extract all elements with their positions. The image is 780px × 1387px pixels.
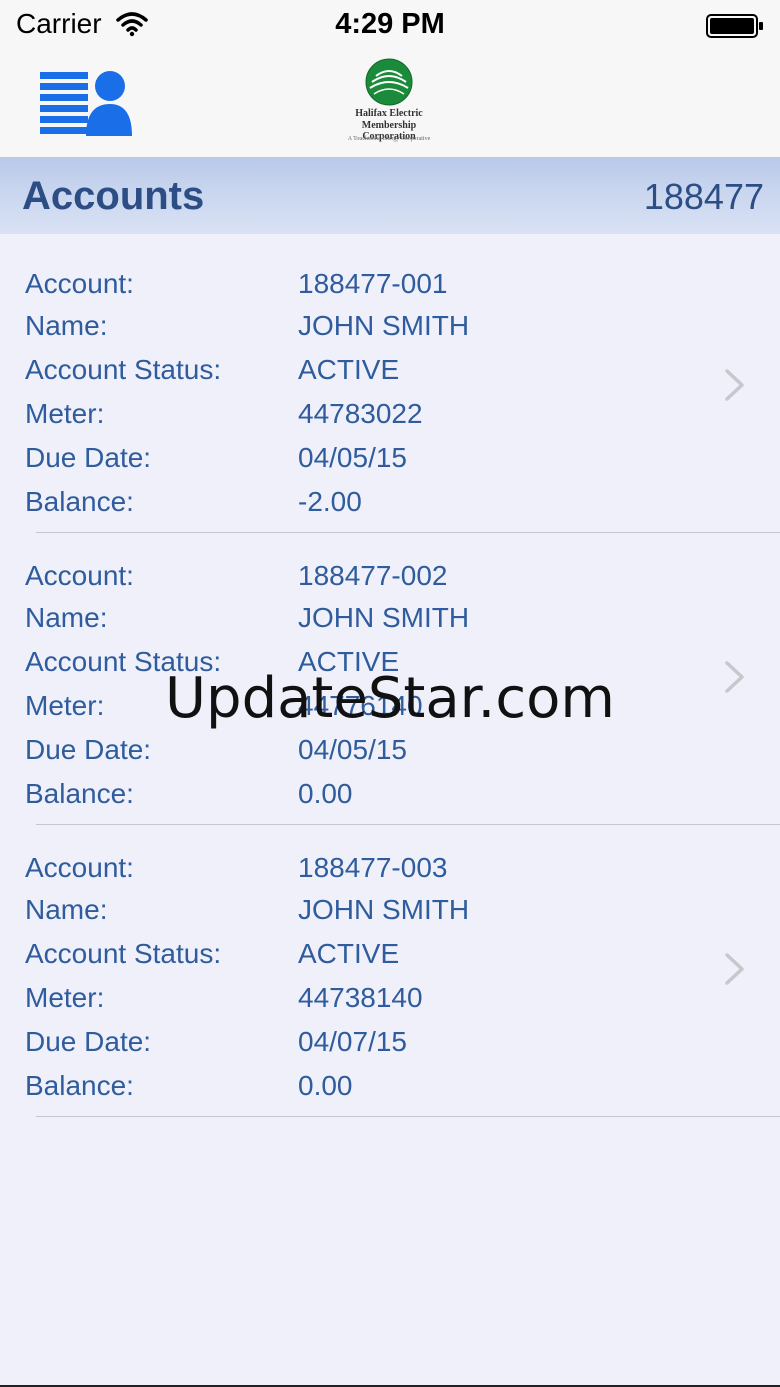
account-label: Account: xyxy=(25,268,134,299)
meter-row: Meter: 44783022 xyxy=(0,398,700,438)
name-row: Name: JOHN SMITH xyxy=(0,894,700,934)
status-label: Account Status: xyxy=(25,354,222,385)
company-logo: Halifax Electric Membership Corporation … xyxy=(334,58,444,152)
balance-label: Balance: xyxy=(25,778,134,809)
name-value: JOHN SMITH xyxy=(298,894,470,925)
chevron-right-icon xyxy=(725,953,744,985)
account-label: Account: xyxy=(25,560,134,591)
accounts-menu-icon[interactable] xyxy=(40,70,132,136)
balance-row: Balance: 0.00 xyxy=(0,778,700,818)
status-row: Account Status: ACTIVE xyxy=(0,938,700,978)
status-row: Account Status: ACTIVE xyxy=(0,354,700,394)
balance-row: Balance: -2.00 xyxy=(0,486,700,526)
member-number: 188477 xyxy=(643,176,764,217)
account-value: 188477-001 xyxy=(298,268,448,299)
balance-value: 0.00 xyxy=(298,1070,353,1101)
status-bar: Carrier 4:29 PM xyxy=(0,0,780,52)
divider xyxy=(36,1116,780,1117)
balance-value: 0.00 xyxy=(298,778,353,809)
due-date-value: 04/07/15 xyxy=(298,1026,407,1057)
account-row: Account: 188477-003 xyxy=(0,852,700,892)
account-value: 188477-003 xyxy=(298,852,448,883)
name-label: Name: xyxy=(25,602,108,633)
due-date-value: 04/05/15 xyxy=(298,734,407,765)
name-label: Name: xyxy=(25,310,108,341)
account-label: Account: xyxy=(25,852,134,883)
app-header: Halifax Electric Membership Corporation … xyxy=(0,52,780,158)
chevron-right-icon xyxy=(725,661,744,693)
meter-row: Meter: 44776140 xyxy=(0,690,700,730)
battery-icon xyxy=(706,14,763,38)
meter-value: 44783022 xyxy=(298,398,423,429)
globe-icon xyxy=(365,58,413,106)
meter-label: Meter: xyxy=(25,690,105,721)
balance-row: Balance: 0.00 xyxy=(0,1070,700,1110)
due-date-label: Due Date: xyxy=(25,442,152,473)
status-row: Account Status: ACTIVE xyxy=(0,646,700,686)
balance-label: Balance: xyxy=(25,486,134,517)
account-row: Account: 188477-001 xyxy=(0,268,700,308)
account-list-item[interactable]: Account: 188477-001 Name: JOHN SMITH Acc… xyxy=(0,241,780,533)
meter-value: 44776140 xyxy=(298,690,423,721)
account-list-item[interactable]: Account: 188477-003 Name: JOHN SMITH Acc… xyxy=(0,825,780,1117)
name-row: Name: JOHN SMITH xyxy=(0,310,700,350)
meter-label: Meter: xyxy=(25,982,105,1013)
status-label: Account Status: xyxy=(25,938,222,969)
due-date-row: Due Date: 04/05/15 xyxy=(0,734,700,774)
name-row: Name: JOHN SMITH xyxy=(0,602,700,642)
balance-value: -2.00 xyxy=(298,486,362,517)
meter-value: 44738140 xyxy=(298,982,423,1013)
title-bar: Accounts 188477 xyxy=(0,158,780,234)
balance-label: Balance: xyxy=(25,1070,134,1101)
page-title: Accounts xyxy=(22,174,205,218)
status-value: ACTIVE xyxy=(298,938,400,969)
due-date-row: Due Date: 04/07/15 xyxy=(0,1026,700,1066)
chevron-right-icon xyxy=(725,369,744,401)
status-time: 4:29 PM xyxy=(335,8,445,40)
meter-label: Meter: xyxy=(25,398,105,429)
account-list-item[interactable]: Account: 188477-002 Name: JOHN SMITH Acc… xyxy=(0,533,780,825)
logo-name-line1: Halifax Electric xyxy=(355,108,423,119)
status-label: Account Status: xyxy=(25,646,222,677)
name-value: JOHN SMITH xyxy=(298,602,470,633)
account-row: Account: 188477-002 xyxy=(0,560,700,600)
name-label: Name: xyxy=(25,894,108,925)
status-value: ACTIVE xyxy=(298,646,400,677)
due-date-row: Due Date: 04/05/15 xyxy=(0,442,700,482)
account-value: 188477-002 xyxy=(298,560,448,591)
name-value: JOHN SMITH xyxy=(298,310,470,341)
status-value: ACTIVE xyxy=(298,354,400,385)
logo-tagline: A Touchstone Energy Cooperative xyxy=(347,136,431,142)
due-date-label: Due Date: xyxy=(25,734,152,765)
due-date-label: Due Date: xyxy=(25,1026,152,1057)
meter-row: Meter: 44738140 xyxy=(0,982,700,1022)
due-date-value: 04/05/15 xyxy=(298,442,407,473)
